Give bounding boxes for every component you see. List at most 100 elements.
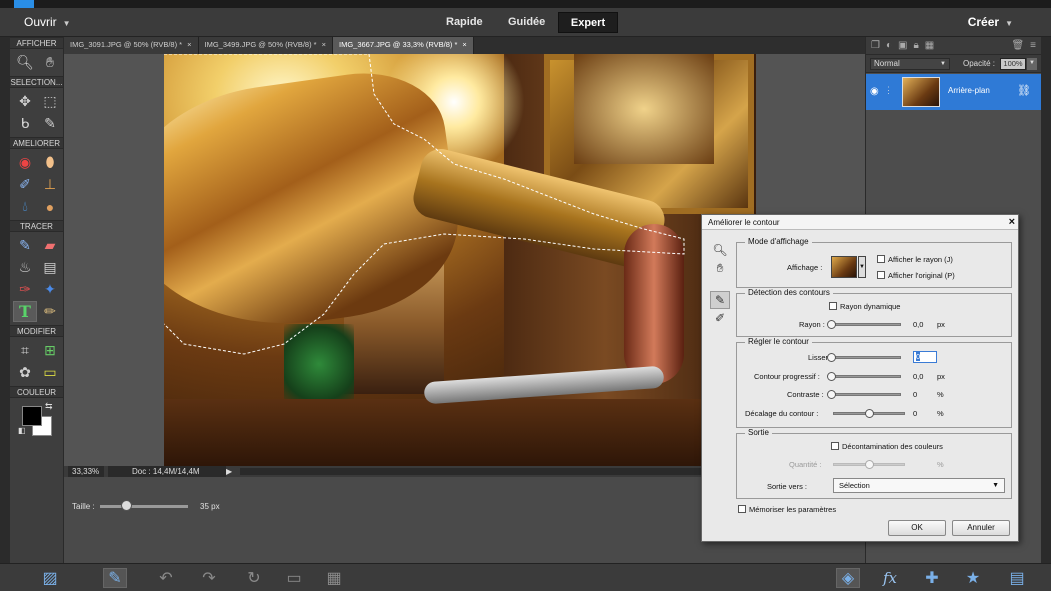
lock-pixels-icon[interactable]: ▦ [925, 40, 934, 51]
refine-radius-tool-icon[interactable]: ✎ [710, 291, 730, 309]
doc-tab-img3499[interactable]: IMG_3499.JPG @ 50% (RVB/8) * × [198, 37, 333, 54]
size-label: Taille : [72, 502, 95, 511]
smooth-input[interactable]: 0 [913, 351, 937, 363]
blur-tool-icon[interactable]: 💧︎ [13, 196, 37, 217]
swap-colors-icon[interactable]: ⇆ [45, 401, 53, 412]
checkbox-box[interactable] [877, 255, 885, 263]
close-icon[interactable]: × [322, 40, 326, 49]
shift-edge-slider-knob[interactable] [865, 409, 874, 418]
mask-icon[interactable]: ▣ [898, 40, 907, 51]
play-icon[interactable]: ▶ [226, 466, 232, 477]
smooth-slider-knob[interactable] [827, 353, 836, 362]
adjustment-layer-icon[interactable]: ◐ [886, 40, 892, 51]
feather-slider[interactable] [829, 375, 901, 378]
add-icon[interactable]: ✚ [920, 568, 944, 588]
zoom-tool-icon[interactable]: 🔍︎ [710, 241, 730, 259]
crop-tool-icon[interactable]: ⌗ [13, 340, 37, 361]
view-mode-thumbnail[interactable] [831, 256, 857, 278]
size-slider-knob[interactable] [121, 500, 133, 511]
effects-icon[interactable]: fx [878, 568, 902, 588]
panel-menu-icon[interactable]: ≡ [1030, 40, 1036, 51]
smart-brush-icon[interactable]: ✐ [13, 174, 37, 195]
rotate-icon[interactable]: ↻ [242, 568, 266, 588]
show-radius-checkbox[interactable]: Afficher le rayon (J) [877, 255, 953, 264]
doc-tab-img3667[interactable]: IMG_3667.JPG @ 33,3% (RVB/8) * × [333, 37, 474, 54]
new-layer-icon[interactable]: ❐ [871, 40, 880, 51]
ok-button[interactable]: OK [888, 520, 946, 536]
lasso-tool-icon[interactable]: ᑲ [13, 113, 37, 134]
chevron-down-icon[interactable]: ▼ [858, 256, 866, 278]
layer-row-background[interactable]: ◉ ⋮ Arrière-plan ⛓ [866, 74, 1041, 110]
erase-refinements-tool-icon[interactable]: ✐ [710, 309, 730, 327]
show-original-checkbox[interactable]: Afficher l'original (P) [877, 271, 955, 280]
eraser-tool-icon[interactable]: ▰ [38, 235, 62, 256]
display-label: Affichage : [787, 263, 823, 272]
mode-guidee-button[interactable]: Guidée [498, 12, 555, 33]
tool-options-icon[interactable]: ✎ [103, 568, 127, 588]
opacity-input[interactable]: 100% [1000, 58, 1026, 70]
doc-tab-img3091[interactable]: IMG_3091.JPG @ 50% (RVB/8) * × [64, 37, 199, 54]
visibility-eye-icon[interactable]: ◉ [870, 86, 879, 97]
lock-all-icon[interactable]: 🔒︎ [913, 40, 918, 51]
red-eye-tool-icon[interactable]: ◉ [13, 152, 37, 173]
eyedropper-icon[interactable]: ✑ [13, 279, 37, 300]
cancel-button[interactable]: Annuler [952, 520, 1010, 536]
contrast-slider[interactable] [829, 393, 901, 396]
default-colors-icon[interactable]: ◧ [18, 426, 26, 435]
layout-icon[interactable]: ▭ [282, 568, 306, 588]
marquee-tool-icon[interactable]: ⬚ [38, 91, 62, 112]
layers-toolbar: ❐ ◐ ▣ 🔒︎ ▦ 🗑︎ ≡ [866, 37, 1041, 55]
create-menu[interactable]: Créer ▼ [968, 15, 1013, 29]
mode-expert-button[interactable]: Expert [558, 12, 618, 33]
smart-radius-checkbox[interactable]: Rayon dynamique [829, 302, 900, 311]
undo-icon[interactable]: ↶ [154, 568, 178, 588]
organizer-icon[interactable]: ▦ [322, 568, 346, 588]
contrast-slider-knob[interactable] [827, 390, 836, 399]
more-panels-icon[interactable]: ▤ [1005, 568, 1029, 588]
quick-selection-tool-icon[interactable]: ✎ [38, 113, 62, 134]
document-image[interactable] [164, 54, 756, 466]
custom-shape-icon[interactable]: ✦ [38, 279, 62, 300]
clone-stamp-icon[interactable]: ⊥ [38, 174, 62, 195]
foreground-color-swatch[interactable] [22, 406, 42, 426]
sponge-tool-icon[interactable]: ● [38, 196, 62, 217]
checkbox-box[interactable] [877, 271, 885, 279]
brush-tool-icon[interactable]: ✎ [13, 235, 37, 256]
smooth-slider[interactable] [829, 356, 901, 359]
move-tool-icon[interactable]: ✥ [13, 91, 37, 112]
zoom-level[interactable]: 33,33% [68, 466, 104, 477]
photo-bin-icon[interactable]: ▨ [38, 568, 62, 588]
decontaminate-checkbox[interactable]: Décontamination des couleurs [831, 442, 943, 451]
layers-icon[interactable]: ◈ [836, 568, 860, 588]
radius-slider[interactable] [829, 323, 901, 326]
feather-slider-knob[interactable] [827, 372, 836, 381]
close-icon[interactable]: × [462, 40, 466, 49]
mode-rapide-button[interactable]: Rapide [436, 12, 493, 33]
gradient-tool-icon[interactable]: ▤ [38, 257, 62, 278]
paint-bucket-icon[interactable]: ♨ [13, 257, 37, 278]
recompose-tool-icon[interactable]: ⊞ [38, 340, 62, 361]
content-aware-move-icon[interactable]: ✿ [13, 362, 37, 383]
hand-tool-icon[interactable]: ✋︎ [38, 52, 62, 73]
radius-slider-knob[interactable] [827, 320, 836, 329]
straighten-tool-icon[interactable]: ▭ [38, 362, 62, 383]
remember-settings-checkbox[interactable]: Mémoriser les paramètres [738, 505, 836, 514]
checkbox-box[interactable] [831, 442, 839, 450]
zoom-tool-icon[interactable]: 🔍︎ [13, 52, 37, 73]
checkbox-box[interactable] [829, 302, 837, 310]
chevron-down-icon[interactable]: ▼ [1027, 58, 1037, 70]
hand-tool-icon[interactable]: ✋︎ [710, 259, 730, 277]
pencil-tool-icon[interactable]: ✏︎ [38, 301, 62, 322]
healing-brush-icon[interactable]: ⬮ [38, 152, 62, 173]
checkbox-box[interactable] [738, 505, 746, 513]
close-icon[interactable]: × [1009, 215, 1015, 230]
blend-mode-select[interactable]: Normal ▼ [870, 58, 950, 70]
trash-icon[interactable]: 🗑︎ [1011, 40, 1024, 51]
close-icon[interactable]: × [187, 40, 191, 49]
open-menu[interactable]: Ouvrir ▼ [24, 15, 71, 29]
redo-icon[interactable]: ↷ [197, 568, 221, 588]
type-tool-icon[interactable]: T [13, 301, 37, 322]
size-slider[interactable] [100, 505, 188, 508]
output-to-select[interactable]: Sélection ▼ [833, 478, 1005, 493]
favorites-star-icon[interactable]: ★ [961, 568, 985, 588]
